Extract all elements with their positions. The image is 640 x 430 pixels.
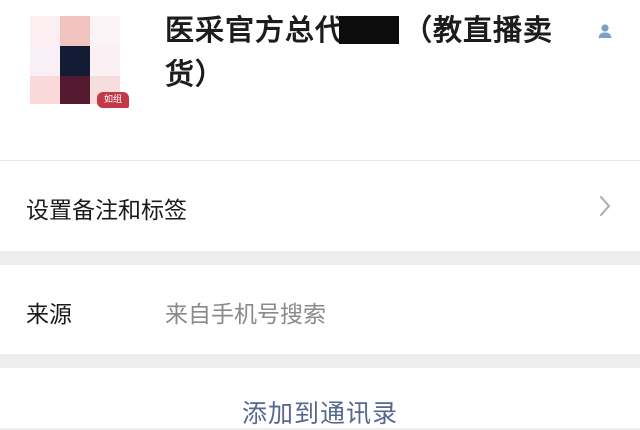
contact-name-suffix: （教直播卖: [403, 13, 554, 47]
contact-name-line1: 医采官方总代 （教直播卖: [165, 8, 610, 52]
avatar-mosaic: [30, 16, 120, 104]
set-remark-and-tags-row[interactable]: 设置备注和标签: [0, 161, 640, 251]
contact-name-prefix: 医采官方总代: [165, 13, 346, 47]
contact-name: 医采官方总代 （教直播卖 货）: [165, 8, 610, 96]
profile-header: 如组 医采官方总代 （教直播卖 货）: [0, 0, 640, 160]
chevron-right-icon: [599, 195, 611, 217]
source-value: 来自手机号搜索: [165, 302, 326, 328]
add-to-contacts-button[interactable]: 添加到通讯录: [0, 394, 640, 430]
redaction-block: [339, 16, 400, 44]
avatar[interactable]: 如组: [30, 16, 129, 108]
add-to-contacts-row[interactable]: 添加到通讯录: [0, 368, 640, 428]
source-label: 来源: [26, 302, 72, 328]
contact-name-line2: 货）: [165, 57, 226, 91]
avatar-badge: 如组: [97, 92, 129, 108]
source-row: 来源 来自手机号搜索: [0, 265, 640, 354]
set-remark-label: 设置备注和标签: [26, 198, 187, 224]
person-icon: [598, 24, 612, 38]
